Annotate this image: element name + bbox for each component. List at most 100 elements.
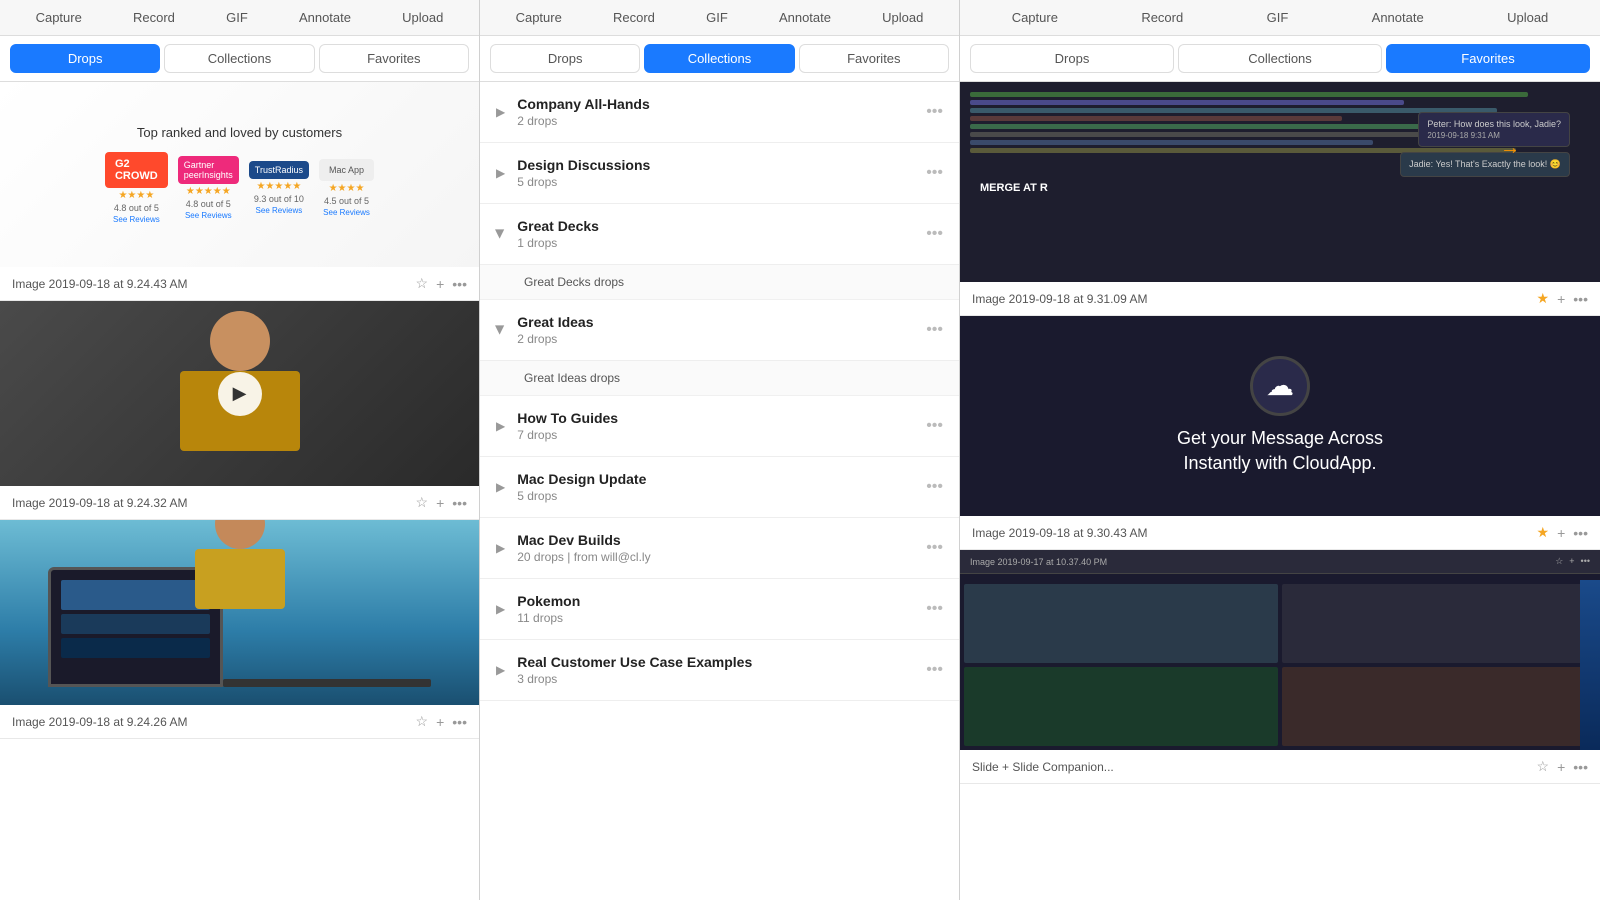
collection-meta-2: 1 drops xyxy=(517,236,926,250)
tab-drops-1[interactable]: Drops xyxy=(10,44,160,73)
nav-bar-drops: Capture Record GIF Annotate Upload xyxy=(0,0,479,36)
nav-bar-collections: Capture Record GIF Annotate Upload xyxy=(480,0,959,36)
nav-gif-2[interactable]: GIF xyxy=(700,8,734,27)
drop-footer-cloudapp: Image 2019-09-18 at 9.30.43 AM ★ + ••• xyxy=(960,516,1600,549)
more-icon-c5[interactable]: ••• xyxy=(926,478,943,496)
drop-timestamp-3: Image 2019-09-18 at 9.24.26 AM xyxy=(12,715,187,729)
collection-item-7[interactable]: ▶ Pokemon 11 drops ••• xyxy=(480,579,959,640)
more-icon-c4[interactable]: ••• xyxy=(926,417,943,435)
nav-annotate-2[interactable]: Annotate xyxy=(773,8,837,27)
panel-drops: Capture Record GIF Annotate Upload Drops… xyxy=(0,0,480,900)
drop-card-woman: Image 2019-09-18 at 9.24.26 AM ☆ + ••• xyxy=(0,520,479,739)
collection-name-6: Mac Dev Builds xyxy=(517,532,926,548)
nav-bar-favorites: Capture Record GIF Annotate Upload xyxy=(960,0,1600,36)
star-icon-1[interactable]: ☆ xyxy=(416,275,429,292)
add-icon-f3[interactable]: + xyxy=(1557,759,1565,775)
tab-drops-3[interactable]: Drops xyxy=(970,44,1174,73)
collection-item-2[interactable]: ▶ Great Decks 1 drops ••• xyxy=(480,204,959,265)
tab-favorites-3[interactable]: Favorites xyxy=(1386,44,1590,73)
collection-meta-8: 3 drops xyxy=(517,672,926,686)
more-icon-3[interactable]: ••• xyxy=(452,714,467,730)
collection-item-4[interactable]: ▶ How To Guides 7 drops ••• xyxy=(480,396,959,457)
nav-upload-3[interactable]: Upload xyxy=(1501,8,1554,27)
more-icon-c8[interactable]: ••• xyxy=(926,661,943,679)
great-decks-drop-1[interactable]: Great Decks drops xyxy=(480,265,959,300)
chevron-icon-0: ▶ xyxy=(496,105,505,119)
collection-meta-0: 2 drops xyxy=(517,114,926,128)
star-icon-3[interactable]: ☆ xyxy=(416,713,429,730)
collection-item-6[interactable]: ▶ Mac Dev Builds 20 drops | from will@cl… xyxy=(480,518,959,579)
collection-item-0[interactable]: ▶ Company All-Hands 2 drops ••• xyxy=(480,82,959,143)
add-icon-f1[interactable]: + xyxy=(1557,291,1565,307)
more-icon-c1[interactable]: ••• xyxy=(926,164,943,182)
drop-image-cloudapp: ☁ Get your Message Across Instantly with… xyxy=(960,316,1600,516)
stars-tr: ★★★★★ xyxy=(256,181,301,192)
nav-capture-3[interactable]: Capture xyxy=(1006,8,1064,27)
stars-gartner: ★★★★★ xyxy=(186,186,231,197)
collection-meta-6: 20 drops | from will@cl.ly xyxy=(517,550,926,564)
more-icon-c0[interactable]: ••• xyxy=(926,103,943,121)
drop-timestamp-f1: Image 2019-09-18 at 9.31.09 AM xyxy=(972,292,1147,306)
drop-actions-f2: ★ + ••• xyxy=(1537,524,1588,541)
drop-footer-woman: Image 2019-09-18 at 9.24.26 AM ☆ + ••• xyxy=(0,705,479,738)
tab-bar-favorites: Drops Collections Favorites xyxy=(960,36,1600,82)
chevron-icon-6: ▶ xyxy=(496,541,505,555)
more-icon-f1[interactable]: ••• xyxy=(1573,291,1588,307)
drop-timestamp-f2: Image 2019-09-18 at 9.30.43 AM xyxy=(972,526,1147,540)
add-icon-2[interactable]: + xyxy=(436,495,444,511)
collection-item-8[interactable]: ▶ Real Customer Use Case Examples 3 drop… xyxy=(480,640,959,701)
more-icon-c3[interactable]: ••• xyxy=(926,321,943,339)
collection-info-0: Company All-Hands 2 drops xyxy=(517,96,926,128)
drop-image-video: ▶ xyxy=(0,301,479,486)
great-decks-drops: Great Decks drops xyxy=(480,265,959,300)
star-icon-f2[interactable]: ★ xyxy=(1537,524,1550,541)
drop-image-review: Top ranked and loved by customers G2CROW… xyxy=(0,82,479,267)
star-icon-2[interactable]: ☆ xyxy=(416,494,429,511)
more-icon-c2[interactable]: ••• xyxy=(926,225,943,243)
nav-capture-2[interactable]: Capture xyxy=(510,8,568,27)
drop-actions-f1: ★ + ••• xyxy=(1537,290,1588,307)
nav-gif-3[interactable]: GIF xyxy=(1261,8,1295,27)
add-icon-f2[interactable]: + xyxy=(1557,525,1565,541)
tab-favorites-1[interactable]: Favorites xyxy=(319,44,469,73)
play-button[interactable]: ▶ xyxy=(218,372,262,416)
add-icon-1[interactable]: + xyxy=(436,276,444,292)
tab-collections-2[interactable]: Collections xyxy=(644,44,794,73)
more-icon-2[interactable]: ••• xyxy=(452,495,467,511)
tab-favorites-2[interactable]: Favorites xyxy=(799,44,949,73)
more-icon-c6[interactable]: ••• xyxy=(926,539,943,557)
nav-capture-1[interactable]: Capture xyxy=(30,8,88,27)
nav-annotate-1[interactable]: Annotate xyxy=(293,8,357,27)
tab-drops-2[interactable]: Drops xyxy=(490,44,640,73)
great-ideas-drops: Great Ideas drops xyxy=(480,361,959,396)
drop-footer-video: Image 2019-09-18 at 9.24.32 AM ☆ + ••• xyxy=(0,486,479,519)
collection-name-7: Pokemon xyxy=(517,593,926,609)
nav-gif-1[interactable]: GIF xyxy=(220,8,254,27)
collection-item-1[interactable]: ▶ Design Discussions 5 drops ••• xyxy=(480,143,959,204)
more-icon-f3[interactable]: ••• xyxy=(1573,759,1588,775)
logo-trustradius: TrustRadius xyxy=(249,161,309,179)
collection-item-3[interactable]: ▶ Great Ideas 2 drops ••• xyxy=(480,300,959,361)
chevron-icon-7: ▶ xyxy=(496,602,505,616)
more-icon-c7[interactable]: ••• xyxy=(926,600,943,618)
collection-info-7: Pokemon 11 drops xyxy=(517,593,926,625)
more-icon-1[interactable]: ••• xyxy=(452,276,467,292)
tab-collections-3[interactable]: Collections xyxy=(1178,44,1382,73)
star-icon-f3[interactable]: ☆ xyxy=(1537,758,1550,775)
nav-upload-2[interactable]: Upload xyxy=(876,8,929,27)
nav-record-3[interactable]: Record xyxy=(1135,8,1189,27)
collection-item-5[interactable]: ▶ Mac Design Update 5 drops ••• xyxy=(480,457,959,518)
more-icon-f2[interactable]: ••• xyxy=(1573,525,1588,541)
nav-record-2[interactable]: Record xyxy=(607,8,661,27)
drop-image-screen: Image 2019-09-17 at 10.37.40 PM ☆ + ••• xyxy=(960,550,1600,750)
nav-record-1[interactable]: Record xyxy=(127,8,181,27)
nav-upload-1[interactable]: Upload xyxy=(396,8,449,27)
great-ideas-drop-1[interactable]: Great Ideas drops xyxy=(480,361,959,396)
add-icon-3[interactable]: + xyxy=(436,714,444,730)
favorites-content: Peter: How does this look, Jadie? 2019-0… xyxy=(960,82,1600,900)
drop-card-code: Peter: How does this look, Jadie? 2019-0… xyxy=(960,82,1600,316)
star-icon-f1[interactable]: ★ xyxy=(1537,290,1550,307)
tab-collections-1[interactable]: Collections xyxy=(164,44,314,73)
nav-annotate-3[interactable]: Annotate xyxy=(1366,8,1430,27)
collection-meta-3: 2 drops xyxy=(517,332,926,346)
